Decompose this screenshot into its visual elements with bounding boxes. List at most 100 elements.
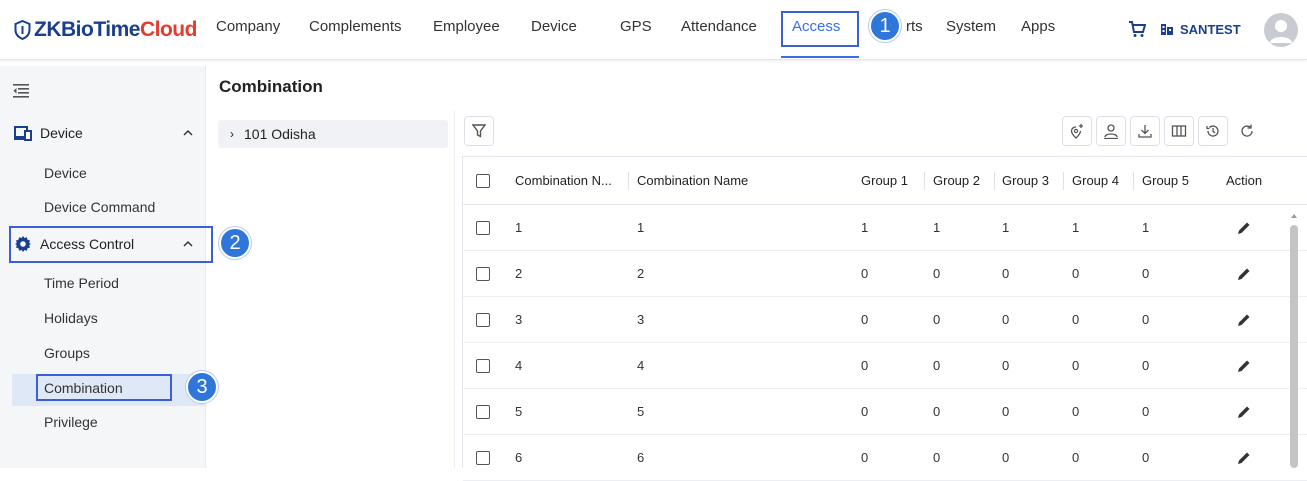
table-header: Combination N... Combination Name Group … [463, 157, 1307, 205]
table-row[interactable]: 4 4 0 0 0 0 0 [463, 343, 1307, 389]
table-row[interactable]: 2 2 0 0 0 0 0 [463, 251, 1307, 297]
table-cell: 5 [515, 404, 523, 419]
column-separator [1063, 172, 1064, 190]
sidebar-item-holidays[interactable]: Holidays [44, 310, 98, 326]
chevron-up-icon [183, 129, 193, 136]
row-checkbox[interactable] [476, 359, 490, 373]
select-all-checkbox[interactable] [476, 174, 490, 188]
filter-button[interactable] [464, 116, 494, 146]
user-avatar[interactable] [1264, 13, 1298, 47]
table-cell: 1 [1002, 220, 1010, 235]
table-cell: 1 [515, 220, 523, 235]
table-cell: 0 [1142, 266, 1150, 281]
table-row[interactable]: 5 5 0 0 0 0 0 [463, 389, 1307, 435]
nav-apps[interactable]: Apps [1021, 18, 1055, 35]
column-header-group3[interactable]: Group 3 [1002, 173, 1049, 188]
edit-icon[interactable] [1236, 404, 1252, 420]
table-row[interactable]: 3 3 0 0 0 0 0 [463, 297, 1307, 343]
annotation-box-access-control [9, 226, 213, 263]
table-scrollbar[interactable] [1290, 225, 1298, 468]
combination-table: Combination N... Combination Name Group … [462, 156, 1307, 481]
panel-divider [454, 110, 455, 468]
page-title: Combination [219, 77, 323, 96]
table-cell: 0 [1072, 450, 1080, 465]
table-cell: 2 [515, 266, 523, 281]
nav-reports[interactable]: rts [906, 18, 923, 35]
table-cell: 4 [637, 358, 645, 373]
table-cell: 0 [1002, 404, 1010, 419]
cart-icon[interactable] [1128, 20, 1146, 38]
shield-icon [14, 20, 31, 40]
table-cell: 0 [861, 404, 869, 419]
table-cell: 0 [1142, 404, 1150, 419]
edit-icon[interactable] [1236, 358, 1252, 374]
collapse-menu-icon[interactable] [13, 84, 29, 98]
column-header-group4[interactable]: Group 4 [1072, 173, 1119, 188]
scroll-up-icon[interactable] [1290, 212, 1298, 220]
row-checkbox[interactable] [476, 451, 490, 465]
filter-icon [472, 124, 486, 138]
nav-attendance[interactable]: Attendance [681, 18, 757, 35]
download-icon [1138, 125, 1152, 138]
tree-node[interactable]: › 101 Odisha [218, 120, 448, 148]
download-button[interactable] [1130, 116, 1160, 146]
brand-name: ZKBioTime [34, 18, 140, 41]
table-cell: 4 [515, 358, 523, 373]
sidebar-item-device[interactable]: Device [44, 165, 87, 181]
annotation-badge-1: 1 [869, 10, 901, 42]
edit-icon[interactable] [1236, 450, 1252, 466]
table-row[interactable]: 1 1 1 1 1 1 1 [463, 205, 1307, 251]
row-checkbox[interactable] [476, 221, 490, 235]
table-cell: 1 [1142, 220, 1150, 235]
sidebar-item-groups[interactable]: Groups [44, 345, 90, 361]
nav-company[interactable]: Company [216, 18, 280, 35]
column-header-group1[interactable]: Group 1 [861, 173, 908, 188]
row-checkbox[interactable] [476, 267, 490, 281]
table-cell: 0 [933, 450, 941, 465]
company-selector[interactable]: SANTEST [1160, 22, 1241, 37]
table-cell: 0 [1142, 450, 1150, 465]
company-name: SANTEST [1180, 21, 1241, 37]
table-cell: 1 [861, 220, 869, 235]
columns-button[interactable] [1164, 116, 1194, 146]
table-cell: 1 [1072, 220, 1080, 235]
nav-gps[interactable]: GPS [620, 18, 652, 35]
table-cell: 1 [933, 220, 941, 235]
sidebar-item-device-command[interactable]: Device Command [44, 199, 155, 215]
column-separator [1133, 172, 1134, 190]
user-button[interactable] [1096, 116, 1126, 146]
table-cell: 3 [515, 312, 523, 327]
table-row[interactable]: 6 6 0 0 0 0 0 [463, 435, 1307, 481]
edit-icon[interactable] [1236, 266, 1252, 282]
edit-icon[interactable] [1236, 220, 1252, 236]
row-checkbox[interactable] [476, 405, 490, 419]
row-checkbox[interactable] [476, 313, 490, 327]
column-separator [994, 172, 995, 190]
table-cell: 0 [1142, 358, 1150, 373]
table-cell: 6 [515, 450, 523, 465]
refresh-button[interactable] [1232, 116, 1262, 146]
sidebar-item-privilege[interactable]: Privilege [44, 414, 98, 430]
table-cell: 0 [933, 312, 941, 327]
sidebar-item-time-period[interactable]: Time Period [44, 275, 119, 291]
nav-device[interactable]: Device [531, 18, 577, 35]
edit-icon[interactable] [1236, 312, 1252, 328]
nav-complements[interactable]: Complements [309, 18, 402, 35]
column-separator [628, 172, 629, 190]
table-cell: 0 [1002, 312, 1010, 327]
table-cell: 1 [637, 220, 645, 235]
table-cell: 5 [637, 404, 645, 419]
columns-icon [1171, 125, 1187, 137]
table-cell: 0 [1072, 312, 1080, 327]
sidebar-group-device[interactable]: Device [0, 117, 206, 149]
column-header-combination-name[interactable]: Combination Name [637, 173, 748, 188]
app-logo[interactable]: ZKBioTime Cloud [14, 17, 197, 43]
add-device-button[interactable] [1062, 116, 1092, 146]
column-header-combination-no[interactable]: Combination N... [515, 173, 612, 188]
column-header-group5[interactable]: Group 5 [1142, 173, 1189, 188]
history-button[interactable] [1198, 116, 1228, 146]
table-cell: 0 [933, 358, 941, 373]
column-header-group2[interactable]: Group 2 [933, 173, 980, 188]
nav-system[interactable]: System [946, 18, 996, 35]
nav-employee[interactable]: Employee [433, 18, 500, 35]
